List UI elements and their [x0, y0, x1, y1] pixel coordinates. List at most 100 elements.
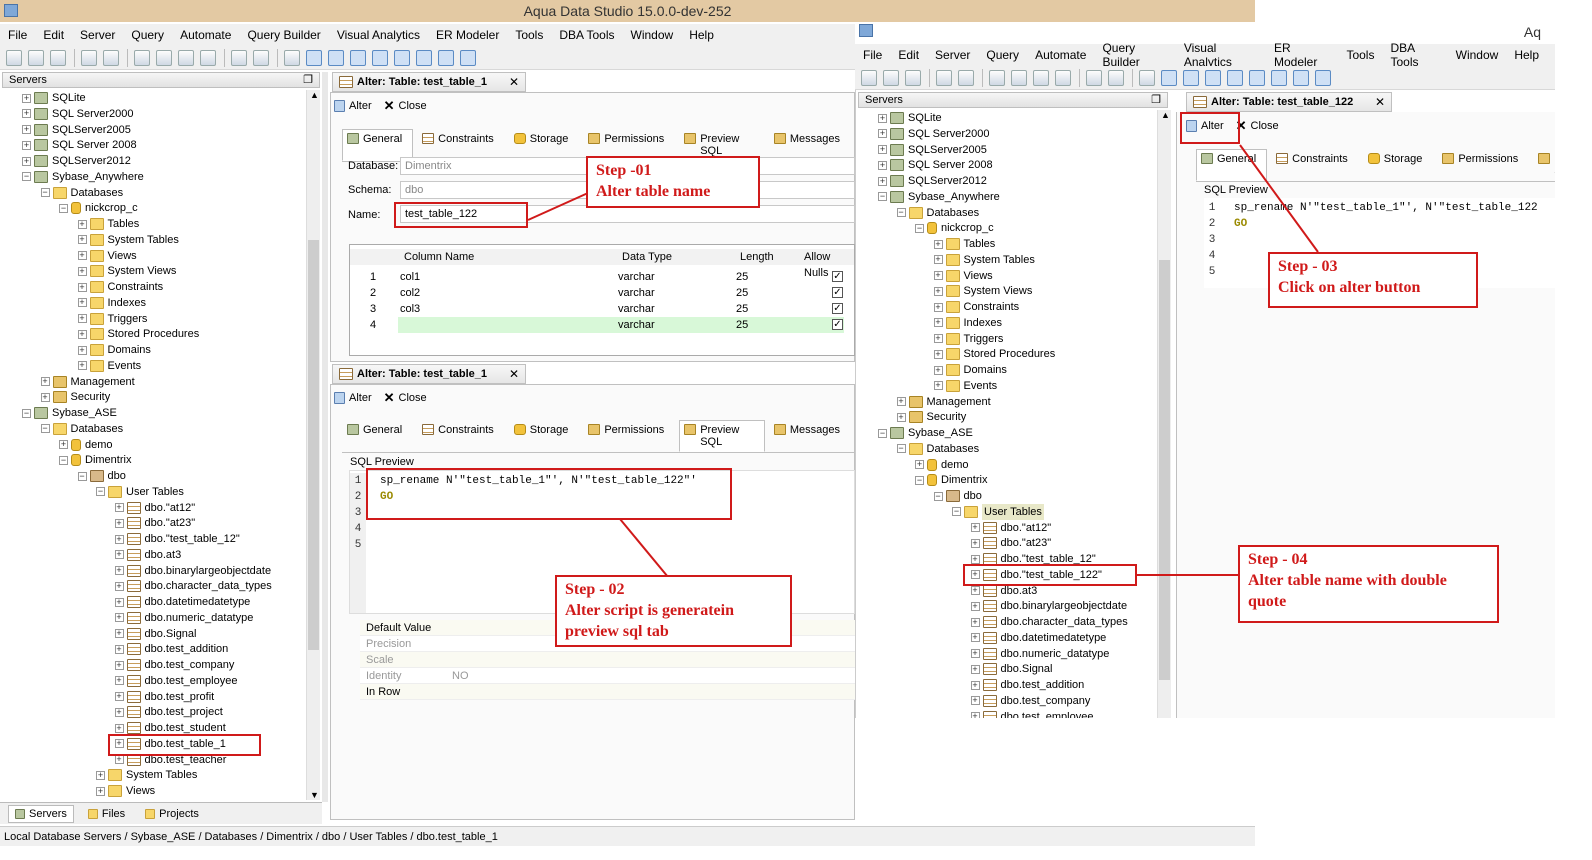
expand-icon[interactable]: + [878, 160, 887, 170]
menu-tools[interactable]: Tools [1346, 48, 1374, 62]
tree-node[interactable]: + Views [77, 248, 137, 264]
tree-node[interactable]: + Triggers [77, 311, 147, 327]
column-header[interactable]: Length [740, 249, 774, 265]
expand-icon[interactable]: + [114, 566, 124, 575]
column-header[interactable]: Allow Nulls [804, 249, 854, 279]
toolbar-button-icon[interactable] [438, 49, 454, 66]
tab-general[interactable]: General [342, 420, 413, 452]
alter-button[interactable]: Alter [334, 392, 372, 404]
toolbar-button-icon[interactable] [253, 49, 269, 66]
cell-type[interactable]: varchar [618, 317, 655, 333]
property-row[interactable]: Identity NO [360, 668, 855, 684]
menu-help[interactable]: Help [1514, 48, 1539, 62]
tab-files[interactable]: Files [82, 806, 131, 822]
collapse-icon[interactable]: − [59, 455, 68, 465]
expand-icon[interactable]: + [77, 251, 87, 260]
tree-node[interactable]: + Management [40, 374, 135, 390]
tree-node[interactable]: − User Tables [952, 503, 1044, 520]
expand-icon[interactable]: + [933, 255, 943, 265]
toolbar-button-icon[interactable] [372, 49, 388, 66]
tree-node[interactable]: + demo [59, 437, 113, 453]
tree-node[interactable]: + Events [933, 378, 997, 394]
tree-node[interactable]: + dbo."at12" [970, 520, 1051, 536]
tree-node[interactable]: + SQLServer2005 [22, 122, 131, 138]
toolbar-button-icon[interactable] [1055, 69, 1071, 86]
cell-name[interactable]: col3 [400, 301, 420, 317]
allow-nulls-checkbox[interactable]: ✓ [832, 319, 843, 330]
cell-len[interactable]: 25 [736, 301, 748, 317]
expand-icon[interactable]: + [933, 239, 943, 249]
expand-icon[interactable]: + [970, 712, 980, 718]
expand-icon[interactable]: + [77, 235, 87, 245]
tree-node[interactable]: + dbo.test_addition [114, 641, 228, 657]
tree-node[interactable]: − Dimentrix [59, 452, 131, 468]
expand-icon[interactable]: + [970, 633, 980, 643]
menu-er-modeler[interactable]: ER Modeler [436, 28, 499, 42]
menu-edit[interactable]: Edit [898, 48, 919, 62]
toolbar-button-icon[interactable] [350, 49, 366, 66]
tree-node[interactable]: − dbo [77, 468, 126, 484]
tree-node[interactable]: − Databases [40, 185, 123, 201]
expand-icon[interactable]: + [77, 314, 87, 323]
expand-icon[interactable]: + [77, 298, 87, 308]
expand-icon[interactable]: + [933, 334, 943, 343]
expand-icon[interactable]: + [114, 660, 124, 670]
editor-tab-3[interactable]: Alter: Table: test_table_122 ✕ [1186, 92, 1392, 112]
menu-window[interactable]: Window [631, 28, 674, 42]
menu-visual-analytics[interactable]: Visual Analytics [1184, 41, 1258, 69]
expand-icon[interactable]: + [77, 345, 87, 355]
tree-node[interactable]: + Constraints [933, 299, 1019, 315]
tree-node[interactable]: + dbo.test_project [114, 704, 223, 720]
toolbar-button-icon[interactable] [328, 49, 344, 66]
menu-visual-analytics[interactable]: Visual Analytics [337, 28, 420, 42]
menu-query[interactable]: Query [986, 48, 1019, 62]
expand-icon[interactable]: + [114, 707, 124, 717]
menu-er-modeler[interactable]: ER Modeler [1274, 41, 1330, 69]
tree-scrollbar-right[interactable]: ▲ [1157, 110, 1171, 718]
expand-icon[interactable]: + [970, 617, 980, 627]
restore-icon[interactable]: ❐ [1151, 93, 1161, 107]
toolbar-button-icon[interactable] [156, 49, 172, 66]
collapse-icon[interactable]: − [22, 408, 31, 418]
tree-node[interactable]: + dbo.test_employee [970, 709, 1093, 718]
editor-tab-1[interactable]: Alter: Table: test_table_1 ✕ [332, 72, 526, 92]
collapse-icon[interactable]: − [915, 475, 924, 485]
toolbar-button-icon[interactable] [883, 69, 899, 86]
toolbar-button-icon[interactable] [1271, 69, 1287, 86]
expand-icon[interactable]: + [970, 538, 980, 548]
expand-icon[interactable]: + [970, 680, 980, 690]
tree-node[interactable]: − Sybase_ASE [22, 405, 117, 421]
toolbar-button-icon[interactable] [1108, 69, 1124, 86]
expand-icon[interactable]: + [96, 770, 105, 780]
tree-node[interactable]: + SQL Server 2008 [878, 157, 993, 173]
tree-node[interactable]: − Dimentrix [915, 472, 987, 488]
toolbar-button-icon[interactable] [1315, 69, 1331, 86]
cell-name[interactable]: col1 [400, 269, 420, 285]
expand-icon[interactable]: + [77, 329, 87, 339]
tab-projects[interactable]: Projects [139, 806, 205, 822]
tree-node[interactable]: + SQL Server 2008 [22, 137, 137, 153]
tree-node[interactable]: + dbo.binarylargeobjectdate [970, 598, 1127, 614]
collapse-icon[interactable]: − [952, 507, 961, 517]
cell-type[interactable]: varchar [618, 301, 655, 317]
menu-window[interactable]: Window [1456, 48, 1499, 62]
toolbar-button-icon[interactable] [1161, 69, 1177, 86]
cell-len[interactable]: 25 [736, 269, 748, 285]
tree-node[interactable]: + dbo."at12" [114, 500, 195, 516]
tree-node[interactable]: + dbo.Signal [970, 661, 1053, 677]
tree-node[interactable]: + demo [915, 457, 969, 473]
tree-node[interactable]: + Tables [77, 216, 139, 232]
tree-node[interactable]: + dbo.test_company [970, 693, 1090, 709]
property-row[interactable]: In Row [360, 684, 855, 700]
tree-node[interactable]: + SQLServer2005 [878, 142, 987, 158]
tree-node[interactable]: + Indexes [77, 295, 146, 311]
collapse-icon[interactable]: − [896, 444, 906, 454]
tree-node[interactable]: + dbo.character_data_types [114, 578, 272, 594]
menu-help[interactable]: Help [689, 28, 714, 42]
tree-node[interactable]: − Sybase_ASE [878, 425, 973, 441]
expand-icon[interactable]: + [970, 649, 980, 658]
expand-icon[interactable]: + [40, 377, 50, 386]
expand-icon[interactable]: + [933, 349, 943, 359]
menu-dba-tools[interactable]: DBA Tools [1390, 41, 1439, 69]
tab-storage[interactable]: Storage [1363, 149, 1434, 181]
